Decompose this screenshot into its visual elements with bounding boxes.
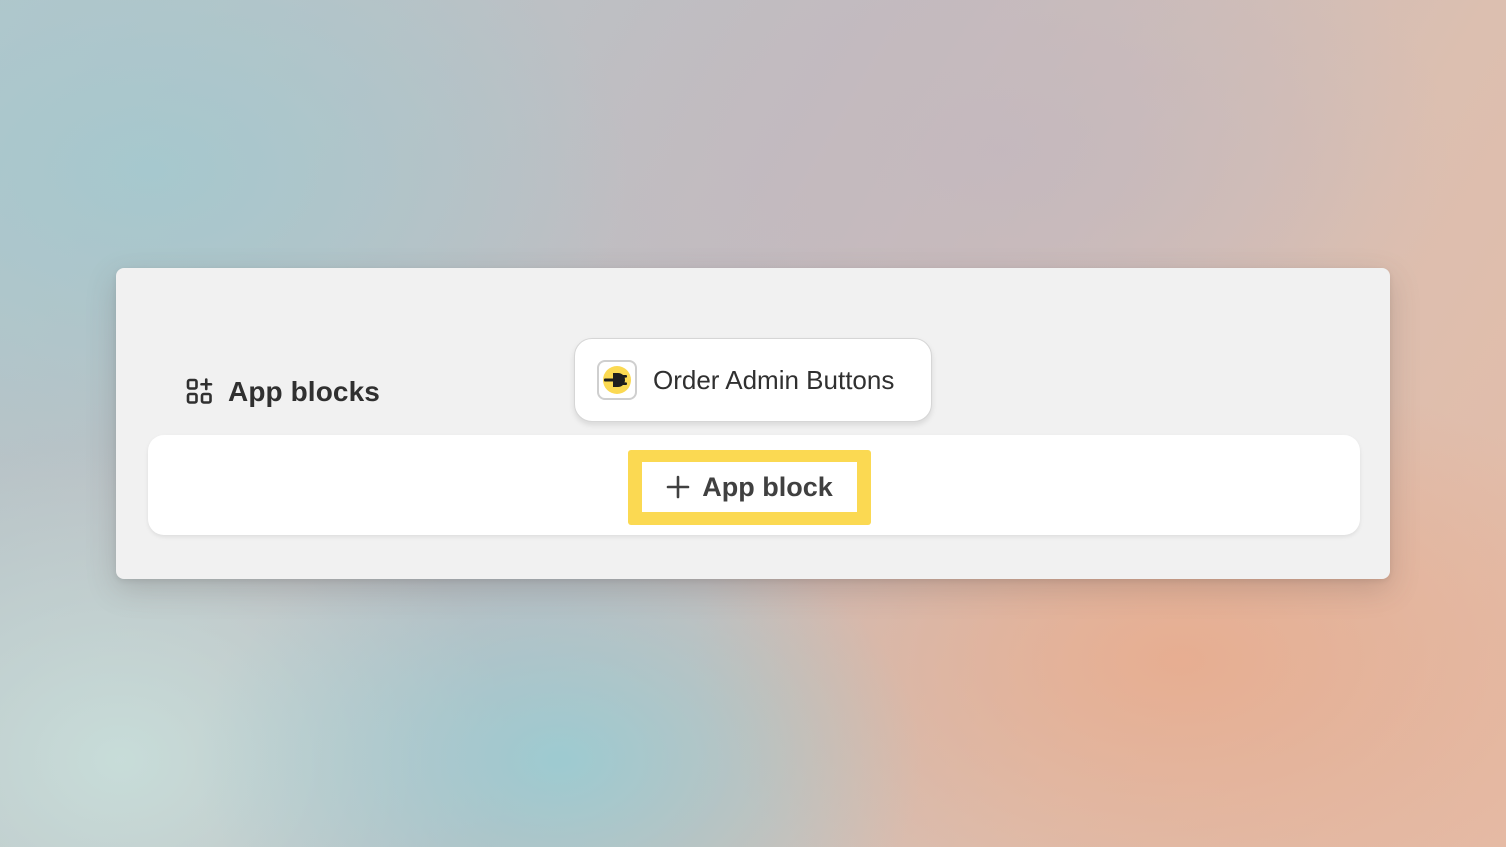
app-block-row: App block bbox=[148, 435, 1360, 535]
plus-icon bbox=[666, 475, 690, 499]
app-name: Order Admin Buttons bbox=[653, 364, 895, 395]
plug-icon bbox=[597, 360, 637, 400]
add-app-block-label: App block bbox=[702, 471, 833, 502]
add-app-block-button[interactable]: App block bbox=[642, 462, 857, 512]
section-header: App blocks bbox=[186, 376, 380, 408]
highlight-frame: App block bbox=[628, 450, 871, 525]
app-tooltip-card: Order Admin Buttons bbox=[574, 338, 932, 422]
apps-grid-plus-icon bbox=[186, 378, 214, 406]
section-title: App blocks bbox=[228, 376, 380, 407]
app-blocks-panel: App blocks Order Admin Buttons App block bbox=[116, 268, 1390, 579]
